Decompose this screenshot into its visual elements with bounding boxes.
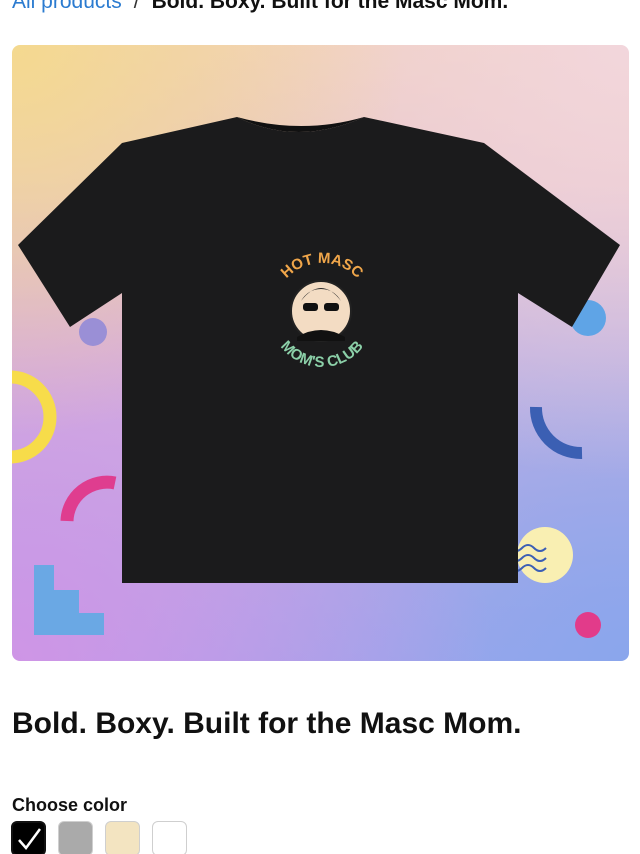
swatch-white[interactable] (152, 821, 187, 854)
color-swatches (11, 821, 187, 854)
swatch-grey[interactable] (58, 821, 93, 854)
decor-circle-magenta (575, 612, 601, 638)
swatch-cream[interactable] (105, 821, 140, 854)
sunglasses-icon (303, 303, 318, 311)
swatch-black[interactable] (11, 821, 46, 854)
decor-arc-navy (529, 406, 583, 460)
decor-arc-pink (60, 475, 117, 522)
checkmark-icon (18, 828, 42, 850)
breadcrumb: All products / Bold. Boxy. Built for the… (12, 0, 508, 16)
breadcrumb-separator: / (133, 0, 140, 13)
product-image: HOT MASC MOM'S CLUB (12, 117, 620, 638)
decor-circle-purple (79, 318, 107, 346)
tshirt-shape (18, 117, 620, 583)
breadcrumb-all-products-link[interactable]: All products (12, 0, 122, 14)
decor-ring-yellow (12, 370, 57, 464)
product-image-gallery[interactable]: HOT MASC MOM'S CLUB (12, 45, 629, 661)
decor-steps-blue (34, 565, 104, 635)
product-title: Bold. Boxy. Built for the Masc Mom. (12, 707, 522, 740)
color-picker-label: Choose color (12, 795, 128, 815)
breadcrumb-current-page: Bold. Boxy. Built for the Masc Mom. (151, 0, 509, 13)
